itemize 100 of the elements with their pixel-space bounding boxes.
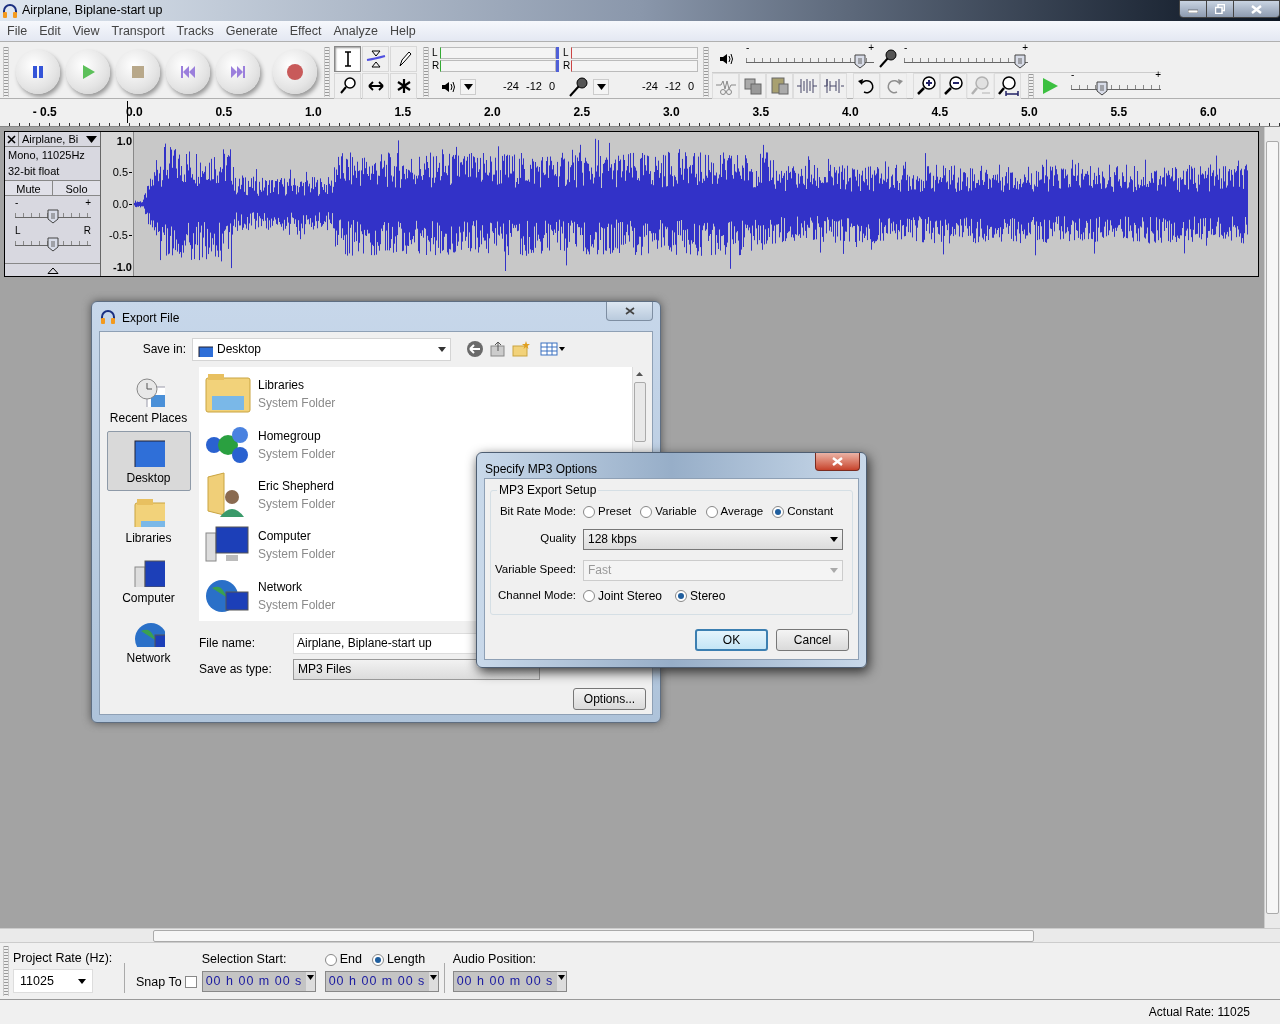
ruler-label: 0.5 xyxy=(214,104,234,121)
radio-label: Variable xyxy=(655,504,697,520)
toolbar-button[interactable] xyxy=(940,73,967,99)
view-menu-button[interactable] xyxy=(540,340,568,358)
restore-button[interactable] xyxy=(1207,0,1234,18)
toolbar-button[interactable] xyxy=(913,73,940,99)
folder-item[interactable]: Eric Shepherd System Folder xyxy=(204,469,340,521)
toolbar-button[interactable] xyxy=(994,73,1021,99)
pan-slider[interactable] xyxy=(15,237,91,253)
close-button[interactable] xyxy=(606,302,653,321)
save-in-dropdown[interactable]: Desktop xyxy=(192,337,451,361)
scale-label: 0.0 xyxy=(112,196,128,212)
menu-item[interactable]: Edit xyxy=(33,21,67,41)
volume-slider[interactable] xyxy=(904,53,1028,70)
play-button[interactable] xyxy=(66,50,110,94)
radio-button[interactable] xyxy=(640,506,653,518)
menu-item[interactable]: Help xyxy=(384,21,422,41)
back-button[interactable] xyxy=(466,340,484,358)
radio-button[interactable] xyxy=(371,953,384,966)
menu-item[interactable]: Tracks xyxy=(170,21,220,41)
meter-dropdown[interactable] xyxy=(593,78,609,95)
radio-button[interactable] xyxy=(675,590,688,602)
project-rate-dropdown[interactable]: 11025 xyxy=(13,969,93,994)
volume-slider[interactable] xyxy=(746,53,874,70)
quality-label: Quality xyxy=(539,531,577,547)
menu-item[interactable]: Transport xyxy=(105,21,171,41)
place-item[interactable]: Computer xyxy=(106,551,191,611)
scale-label: -1.0 xyxy=(113,259,132,275)
radio-button[interactable] xyxy=(772,506,785,518)
toolbar-grip[interactable] xyxy=(3,946,9,996)
caret-icon xyxy=(557,974,565,980)
record-icon xyxy=(285,62,305,82)
mute-button[interactable]: Mute xyxy=(5,181,53,195)
minus-label: - xyxy=(1071,70,1075,80)
toolbar-button[interactable] xyxy=(853,73,880,99)
place-item[interactable]: Desktop xyxy=(106,431,191,491)
toolbar-grip[interactable] xyxy=(703,47,709,97)
time-value: 00 h 00 m 00 s xyxy=(456,972,555,990)
slider-thumb[interactable] xyxy=(47,209,59,224)
scrollbar-thumb[interactable] xyxy=(633,382,646,442)
meter-dropdown[interactable] xyxy=(460,78,476,95)
dialog-title: Specify MP3 Options xyxy=(485,461,598,478)
stop-button[interactable] xyxy=(116,50,160,94)
skip-to-end-button[interactable] xyxy=(216,50,260,94)
toolbar-grip[interactable] xyxy=(423,47,429,97)
skip-to-start-button[interactable] xyxy=(166,50,210,94)
speed-slider[interactable] xyxy=(1071,81,1161,97)
ruler-label: 3.0 xyxy=(661,104,681,121)
checkbox[interactable] xyxy=(184,976,197,988)
close-icon xyxy=(832,457,843,466)
options-button[interactable]: Options... xyxy=(573,688,646,710)
slider-thumb[interactable] xyxy=(853,53,866,69)
solo-button[interactable]: Solo xyxy=(53,181,100,195)
collapse-button[interactable] xyxy=(5,263,100,276)
gain-slider[interactable] xyxy=(15,209,91,225)
menu-item[interactable]: Effect xyxy=(283,21,328,41)
dropdown[interactable]: 128 kbps xyxy=(583,528,843,550)
menu-item[interactable]: Generate xyxy=(219,21,284,41)
radio-button[interactable] xyxy=(583,506,595,518)
toolbar-grip[interactable] xyxy=(324,47,330,97)
vertical-scrollbar[interactable] xyxy=(1264,127,1280,928)
slider-thumb[interactable] xyxy=(1013,53,1026,69)
menu-item[interactable]: File xyxy=(1,21,34,41)
record-button[interactable] xyxy=(273,50,317,94)
folder-item[interactable]: Network System Folder xyxy=(204,570,340,622)
slider-thumb[interactable] xyxy=(47,237,59,252)
close-button[interactable] xyxy=(1234,0,1280,18)
folder-item[interactable]: Libraries System Folder xyxy=(204,369,340,420)
pause-button[interactable] xyxy=(16,50,60,94)
tool-button[interactable] xyxy=(334,45,361,72)
radio-button[interactable] xyxy=(705,506,718,518)
radio-button[interactable] xyxy=(324,953,337,966)
menu-item[interactable]: View xyxy=(66,21,106,41)
slider-thumb[interactable] xyxy=(1095,81,1108,96)
toolbar-grip[interactable] xyxy=(3,47,9,97)
time-field[interactable]: 00 h 00 m 00 s xyxy=(452,970,567,992)
channel-label: L xyxy=(563,48,570,58)
minimize-button[interactable] xyxy=(1179,0,1207,18)
ruler-label: 3.5 xyxy=(751,104,771,121)
meter-scale-label: -12 xyxy=(525,79,542,95)
folder-item[interactable]: Computer System Folder xyxy=(204,520,340,571)
time-field[interactable]: 00 h 00 m 00 s xyxy=(324,970,439,992)
scrollbar-thumb[interactable] xyxy=(153,929,1034,942)
up-folder-button[interactable] xyxy=(489,340,507,358)
place-item[interactable]: Recent Places xyxy=(106,371,191,431)
dialog-button[interactable]: Cancel xyxy=(776,629,849,651)
place-item[interactable]: Network xyxy=(106,611,191,671)
horizontal-scrollbar[interactable] xyxy=(0,928,1280,943)
track-name-menu[interactable]: Airplane, Bi xyxy=(19,130,100,148)
place-item[interactable]: Libraries xyxy=(106,491,191,551)
radio-button[interactable] xyxy=(583,590,595,602)
folder-item[interactable]: Homegroup System Folder xyxy=(204,419,340,470)
dialog-button[interactable]: OK xyxy=(695,629,768,651)
scrollbar-thumb[interactable] xyxy=(1266,141,1279,914)
close-track-button[interactable] xyxy=(5,132,19,146)
minus-label: L xyxy=(15,226,21,236)
time-field[interactable]: 00 h 00 m 00 s xyxy=(201,970,316,992)
close-button[interactable] xyxy=(815,453,860,471)
menu-item[interactable]: Analyze xyxy=(327,21,384,41)
toolbar-grip[interactable] xyxy=(1028,74,1034,98)
